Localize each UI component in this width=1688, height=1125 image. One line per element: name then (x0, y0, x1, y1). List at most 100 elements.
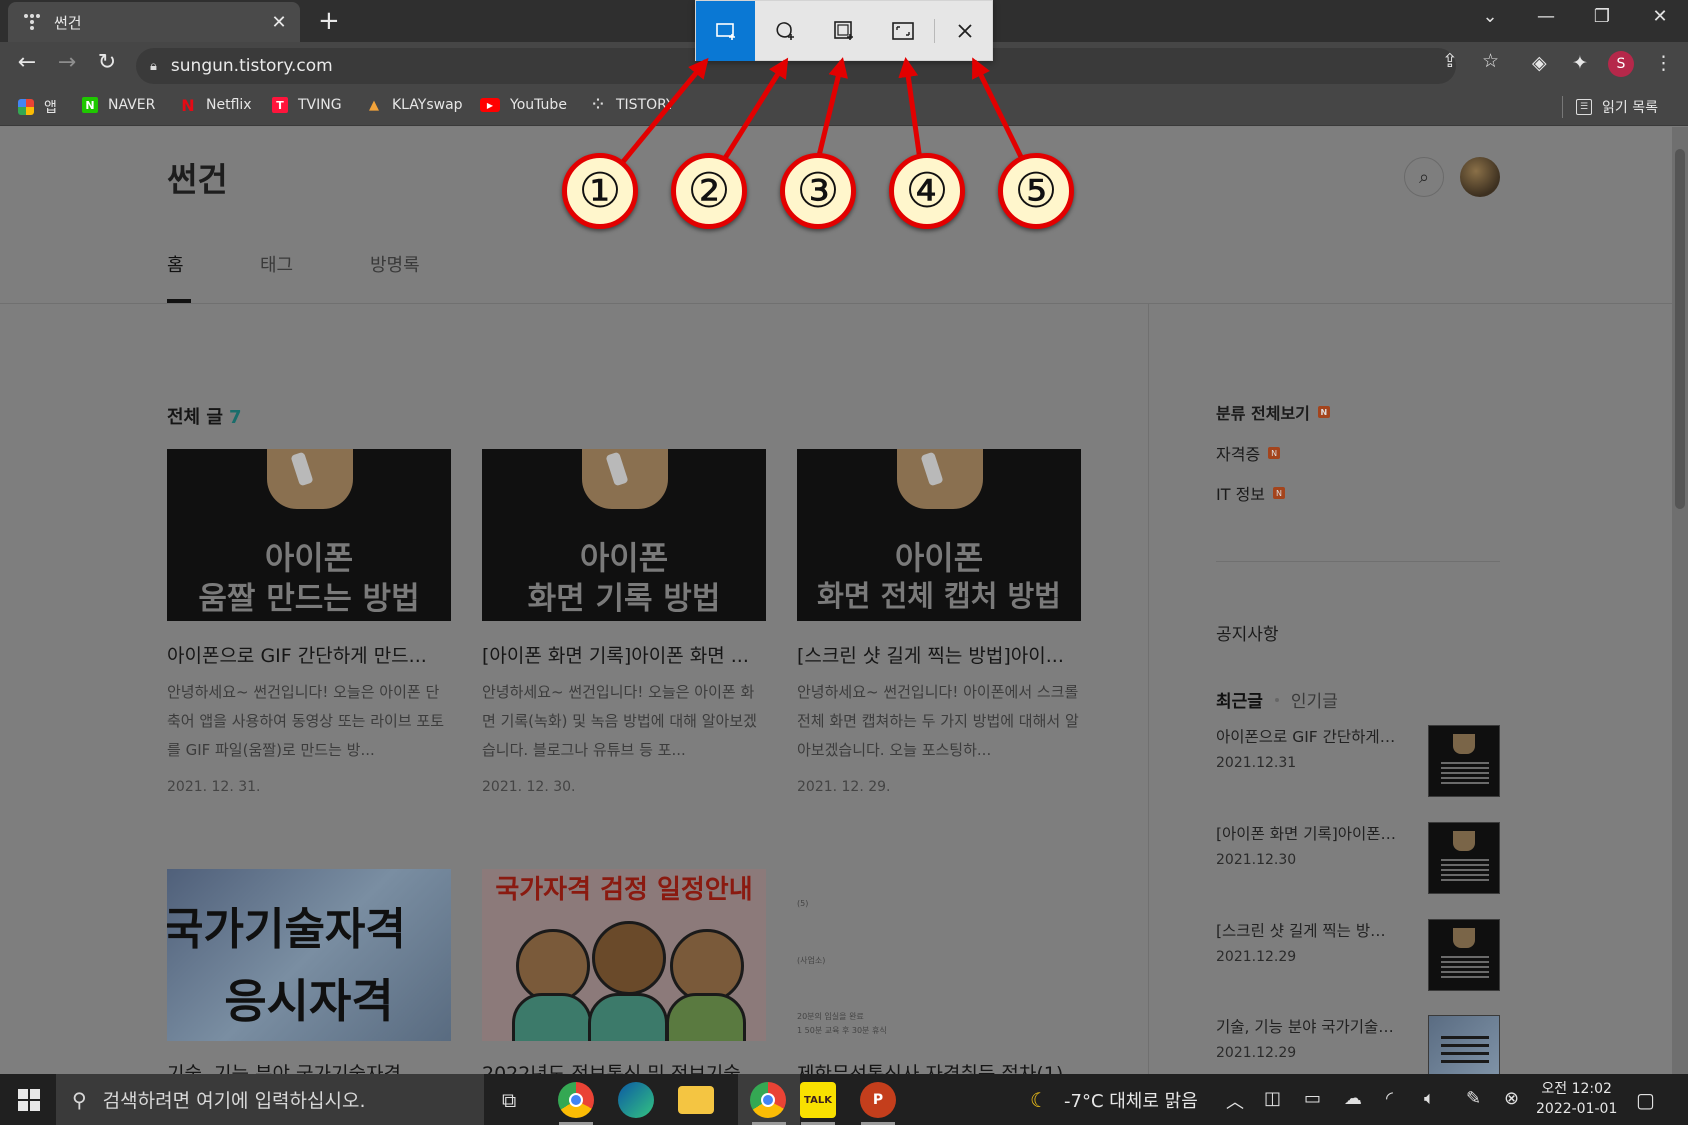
post-card[interactable]: 아이폰 화면 전체 캡처 방법 [스크린 샷 길게 찍는 방법]아이... 안녕… (797, 449, 1081, 795)
recent-post-item[interactable]: 기술, 기능 분야 국가기술… 2021.12.29 (1216, 1015, 1500, 1074)
pen-icon[interactable]: ✎ (1466, 1088, 1481, 1109)
wifi-icon[interactable]: ◜ (1386, 1088, 1393, 1109)
file-explorer-icon[interactable] (678, 1086, 714, 1114)
reload-icon[interactable]: ↻ (92, 50, 122, 75)
post-thumbnail[interactable]: (5) (사업소) 20분의 입실을 완료 1 50분 교육 후 30분 휴식 (797, 869, 1081, 1041)
restore-icon[interactable]: ❐ (1582, 6, 1622, 27)
tab-search-chevron-icon[interactable]: ⌄ (1470, 6, 1510, 27)
bookmark-apps[interactable]: 앱 (18, 97, 57, 117)
post-excerpt: 안녕하세요~ 썬건입니다! 아이폰에서 스크롤 전체 화면 캡쳐하는 두 가지 … (797, 683, 1079, 759)
recent-post-thumbnail[interactable] (1428, 1015, 1500, 1074)
tab-close-icon[interactable]: ✕ (266, 12, 292, 33)
tray-app-icon[interactable]: ◫ (1264, 1088, 1281, 1109)
reading-list-button[interactable]: ☰ 읽기 목록 (1576, 97, 1658, 117)
tray-chevron-up-icon[interactable]: ︿ (1226, 1088, 1244, 1114)
freeform-snip-button[interactable] (755, 1, 814, 61)
weather-moon-icon[interactable]: ☾ (1030, 1088, 1048, 1112)
post-title[interactable]: 제한무선통신사 자격취득 절차(1) (797, 1059, 1081, 1074)
bookmark-tving[interactable]: T TVING (272, 97, 342, 113)
post-title[interactable]: 2022년도 정보통신 및 정보기술 (482, 1059, 766, 1074)
extension-pinned-icon[interactable]: ◈ (1532, 52, 1547, 74)
forward-arrow-icon[interactable]: → (52, 50, 82, 75)
post-thumbnail[interactable]: 국가기술자격 응시자격 (167, 869, 451, 1041)
nav-tab-tags[interactable]: 태그 (260, 251, 293, 277)
post-thumbnail[interactable]: 국가자격 검정 일정안내 (482, 869, 766, 1041)
powerpoint-app-icon[interactable]: P (860, 1082, 896, 1118)
recent-post-title[interactable]: 아이폰으로 GIF 간단하게… (1216, 725, 1406, 747)
klayswap-icon: ▲ (369, 97, 379, 113)
back-arrow-icon[interactable]: ← (12, 50, 42, 75)
post-title[interactable]: 기술, 기능 분야 국가기술자격 (167, 1059, 451, 1074)
browser-tab[interactable]: 썬건 ✕ (8, 2, 300, 42)
window-close-icon[interactable]: ✕ (1640, 6, 1680, 27)
task-view-icon[interactable]: ⧉ (502, 1088, 516, 1112)
post-card[interactable]: 아이폰 움짤 만드는 방법 아이폰으로 GIF 간단하게 만드... 안녕하세요… (167, 449, 451, 795)
category-all-label: 분류 전체보기 (1216, 404, 1310, 423)
bookmark-klayswap[interactable]: ▲ KLAYswap (366, 97, 463, 113)
post-title[interactable]: [아이폰 화면 기록]아이폰 화면 ... (482, 641, 766, 668)
post-card[interactable]: 국가기술자격 응시자격 기술, 기능 분야 국가기술자격 (167, 869, 451, 1074)
bookmark-tistory[interactable]: ⁘ TISTORY (590, 97, 674, 113)
bookmark-star-icon[interactable]: ☆ (1482, 50, 1499, 72)
recent-post-thumbnail[interactable] (1428, 822, 1500, 894)
page-scrollbar[interactable] (1672, 127, 1688, 1074)
post-title[interactable]: 아이폰으로 GIF 간단하게 만드... (167, 641, 451, 668)
share-icon[interactable]: ⇪ (1442, 50, 1458, 72)
blog-avatar[interactable] (1460, 157, 1500, 197)
post-card[interactable]: 아이폰 화면 기록 방법 [아이폰 화면 기록]아이폰 화면 ... 안녕하세요… (482, 449, 766, 795)
taskbar-search-box[interactable]: ⚲ 검색하려면 여기에 입력하십시오. (56, 1074, 484, 1125)
recent-post-item[interactable]: 아이폰으로 GIF 간단하게… 2021.12.31 (1216, 725, 1500, 797)
post-thumbnail[interactable]: 아이폰 화면 전체 캡처 방법 (797, 449, 1081, 621)
blog-search-icon[interactable]: ⌕ (1404, 157, 1444, 197)
category-all-link[interactable]: 분류 전체보기 N (1216, 400, 1330, 424)
nav-tab-home[interactable]: 홈 (167, 251, 184, 277)
new-tab-icon[interactable]: + (318, 6, 340, 36)
window-snip-button[interactable] (814, 1, 873, 61)
notification-icon[interactable]: ▢ (1636, 1088, 1655, 1112)
windows-start-icon[interactable] (18, 1089, 40, 1111)
post-thumbnail[interactable]: 아이폰 움짤 만드는 방법 (167, 449, 451, 621)
rectangle-snip-icon (715, 23, 735, 40)
minimize-icon[interactable]: — (1526, 6, 1566, 27)
bookmark-netflix[interactable]: N Netflix (180, 95, 251, 115)
profile-avatar[interactable]: S (1608, 51, 1634, 77)
netflix-icon: N (181, 95, 195, 115)
taskbar-clock[interactable]: 오전 12:02 2022-01-01 (1536, 1079, 1617, 1119)
recent-post-thumbnail[interactable] (1428, 919, 1500, 991)
post-card[interactable]: 국가자격 검정 일정안내 2022년도 정보통신 및 정보기술 (482, 869, 766, 1074)
volume-icon[interactable]: 🔈︎ (1424, 1088, 1435, 1109)
chrome-active-app-icon[interactable] (750, 1082, 786, 1118)
weather-text[interactable]: -7°C 대체로 맑음 (1064, 1087, 1198, 1113)
blog-title[interactable]: 썬건 (167, 153, 228, 201)
close-snip-button[interactable] (935, 1, 994, 61)
scrollbar-thumb[interactable] (1675, 149, 1685, 509)
nav-tab-guestbook[interactable]: 방명록 (370, 251, 420, 277)
url-text: sungun.tistory.com (170, 56, 333, 76)
post-thumbnail[interactable]: 아이폰 화면 기록 방법 (482, 449, 766, 621)
recent-post-item[interactable]: [스크린 샷 길게 찍는 방… 2021.12.29 (1216, 919, 1500, 991)
kakaotalk-app-icon[interactable]: TALK (800, 1082, 836, 1118)
bookmark-youtube[interactable]: ▶ YouTube (480, 97, 567, 113)
chrome-app-icon[interactable] (558, 1082, 594, 1118)
battery-icon[interactable]: ▭ (1304, 1088, 1321, 1109)
rectangular-snip-button[interactable] (696, 1, 755, 61)
tab-recent[interactable]: 최근글 (1216, 687, 1263, 712)
more-menu-icon[interactable]: ⋮ (1654, 52, 1673, 74)
recent-post-item[interactable]: [아이폰 화면 기록]아이폰… 2021.12.30 (1216, 822, 1500, 894)
category-link[interactable]: IT 정보 N (1216, 481, 1286, 505)
recent-post-title[interactable]: [스크린 샷 길게 찍는 방… (1216, 919, 1406, 941)
thumbnail-text: (사업소) (797, 956, 826, 965)
recent-post-thumbnail[interactable] (1428, 725, 1500, 797)
tray-close-icon[interactable]: ⊗ (1504, 1088, 1519, 1109)
recent-post-title[interactable]: 기술, 기능 분야 국가기술… (1216, 1015, 1406, 1037)
tab-popular[interactable]: 인기글 (1291, 687, 1338, 712)
recent-post-title[interactable]: [아이폰 화면 기록]아이폰… (1216, 822, 1406, 844)
onedrive-cloud-icon[interactable]: ☁ (1344, 1088, 1362, 1109)
category-link[interactable]: 자격증 N (1216, 441, 1281, 465)
fullscreen-snip-button[interactable] (873, 1, 932, 61)
post-title[interactable]: [스크린 샷 길게 찍는 방법]아이... (797, 641, 1081, 668)
bookmark-naver[interactable]: N NAVER (82, 97, 155, 113)
post-card[interactable]: (5) (사업소) 20분의 입실을 완료 1 50분 교육 후 30분 휴식 … (797, 869, 1081, 1074)
edge-app-icon[interactable] (618, 1082, 654, 1118)
extensions-puzzle-icon[interactable]: ✦ (1572, 52, 1588, 74)
